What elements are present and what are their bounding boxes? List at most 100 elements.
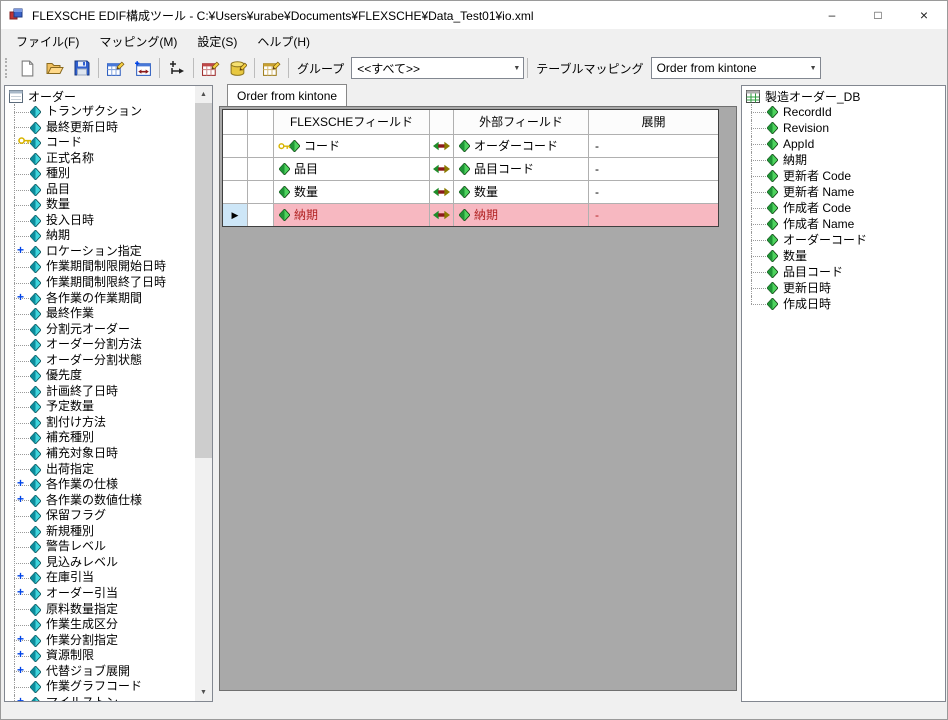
- external-field-cell[interactable]: 納期: [454, 204, 589, 226]
- mapping-row[interactable]: ▶ 納期: [223, 204, 718, 226]
- tree-item[interactable]: 警告レベル: [5, 539, 195, 555]
- tree-item[interactable]: 割付け方法: [5, 415, 195, 431]
- tree-item[interactable]: + 各作業の数値仕様: [5, 493, 195, 509]
- tree-item[interactable]: 更新日時: [742, 280, 945, 296]
- tree-item[interactable]: 数量: [742, 248, 945, 264]
- expand-cell[interactable]: -: [589, 158, 718, 180]
- mapping-row[interactable]: コード: [223, 135, 718, 158]
- mapping-row[interactable]: 品目: [223, 158, 718, 181]
- menu-item[interactable]: 設定(S): [187, 29, 247, 53]
- menu-item[interactable]: マッピング(M): [89, 29, 187, 53]
- tree-item[interactable]: 分割元オーダー: [5, 322, 195, 338]
- mapping-row[interactable]: 数量: [223, 181, 718, 204]
- scrollbar-thumb[interactable]: [195, 103, 212, 458]
- tree-item[interactable]: 作成者 Name: [742, 216, 945, 232]
- tree-item[interactable]: + 作業分割指定: [5, 633, 195, 649]
- tree-item[interactable]: 作業生成区分: [5, 617, 195, 633]
- flexsche-field-cell[interactable]: 納期: [274, 204, 430, 226]
- tree-item[interactable]: オーダー分割方法: [5, 337, 195, 353]
- tree-item[interactable]: + オーダー引当: [5, 586, 195, 602]
- tree-item[interactable]: + 各作業の作業期間: [5, 291, 195, 307]
- tree-item[interactable]: RecordId: [742, 104, 945, 120]
- tree-item[interactable]: 投入日時: [5, 213, 195, 229]
- edit-table-mapping-blue-button[interactable]: [102, 55, 129, 82]
- field-icon: [767, 218, 778, 230]
- maximize-button[interactable]: □: [855, 1, 901, 29]
- tree-item[interactable]: 最終作業: [5, 306, 195, 322]
- tree-item[interactable]: 補充種別: [5, 430, 195, 446]
- tree-item[interactable]: トランザクション: [5, 104, 195, 120]
- external-field-cell[interactable]: 数量: [454, 181, 589, 203]
- scroll-down-icon[interactable]: ▼: [195, 684, 212, 701]
- tree-root-database[interactable]: 製造オーダー_DB: [742, 88, 945, 104]
- tree-item[interactable]: 作業期間制限開始日時: [5, 259, 195, 275]
- tree-item[interactable]: + ロケーション指定: [5, 244, 195, 260]
- tree-item[interactable]: 品目: [5, 182, 195, 198]
- add-field-mapping-button[interactable]: [163, 55, 190, 82]
- tree-item[interactable]: + 資源制限: [5, 648, 195, 664]
- tree-item[interactable]: 見込みレベル: [5, 555, 195, 571]
- row-selector-cell[interactable]: [223, 181, 248, 203]
- tree-item[interactable]: 納期: [742, 152, 945, 168]
- tree-item[interactable]: 優先度: [5, 368, 195, 384]
- tree-item[interactable]: 種別: [5, 166, 195, 182]
- row-selector-cell[interactable]: [223, 135, 248, 157]
- tree-item[interactable]: + 代替ジョブ展開: [5, 664, 195, 680]
- tree-item[interactable]: 品目コード: [742, 264, 945, 280]
- save-button[interactable]: [68, 55, 95, 82]
- menu-item[interactable]: ヘルプ(H): [247, 29, 320, 53]
- tree-item[interactable]: 補充対象日時: [5, 446, 195, 462]
- tree-item[interactable]: 最終更新日時: [5, 120, 195, 136]
- external-field-cell[interactable]: オーダーコード: [454, 135, 589, 157]
- edit-table-mapping-yellow-button[interactable]: [258, 55, 285, 82]
- menu-item[interactable]: ファイル(F): [6, 29, 89, 53]
- tree-connector: [14, 228, 31, 244]
- expand-cell[interactable]: -: [589, 181, 718, 203]
- new-file-button[interactable]: [14, 55, 41, 82]
- open-file-button[interactable]: [41, 55, 68, 82]
- tree-item[interactable]: オーダー分割状態: [5, 353, 195, 369]
- table-mapping-combobox[interactable]: Order from kintone ▼: [651, 57, 821, 79]
- tree-item[interactable]: 作成日時: [742, 296, 945, 312]
- tree-item[interactable]: 予定数量: [5, 399, 195, 415]
- tree-item[interactable]: 正式名称: [5, 151, 195, 167]
- close-button[interactable]: ×: [901, 1, 947, 29]
- tree-item[interactable]: 計画終了日時: [5, 384, 195, 400]
- edit-database-button[interactable]: [224, 55, 251, 82]
- tree-item[interactable]: 原料数量指定: [5, 602, 195, 618]
- new-table-mapping-arrow-button[interactable]: [129, 55, 156, 82]
- tree-item[interactable]: Revision: [742, 120, 945, 136]
- tree-item[interactable]: 更新者 Code: [742, 168, 945, 184]
- row-selector-cell[interactable]: [223, 158, 248, 180]
- expand-cell[interactable]: -: [589, 135, 718, 157]
- flexsche-field-cell[interactable]: 数量: [274, 181, 430, 203]
- minimize-button[interactable]: –: [809, 1, 855, 29]
- group-combobox[interactable]: <<すべて>> ▼: [351, 57, 524, 79]
- tree-item[interactable]: 作業グラフコード: [5, 679, 195, 695]
- tree-root-order[interactable]: オーダー: [5, 88, 195, 104]
- tree-item[interactable]: コード: [5, 135, 195, 151]
- tree-item[interactable]: 納期: [5, 228, 195, 244]
- tree-item[interactable]: + 在庫引当: [5, 570, 195, 586]
- tree-item[interactable]: 新規種別: [5, 524, 195, 540]
- tree-item[interactable]: 数量: [5, 197, 195, 213]
- tree-item[interactable]: 作業期間制限終了日時: [5, 275, 195, 291]
- tree-item[interactable]: + 各作業の仕様: [5, 477, 195, 493]
- chevron-down-icon: ▼: [513, 65, 520, 72]
- tree-item[interactable]: 作成者 Code: [742, 200, 945, 216]
- tree-item[interactable]: 出荷指定: [5, 462, 195, 478]
- flexsche-field-cell[interactable]: コード: [274, 135, 430, 157]
- left-tree-scrollbar[interactable]: ▲ ▼: [195, 86, 212, 701]
- flexsche-field-cell[interactable]: 品目: [274, 158, 430, 180]
- tree-item[interactable]: 更新者 Name: [742, 184, 945, 200]
- tab-order-from-kintone[interactable]: Order from kintone: [227, 84, 347, 106]
- expand-cell[interactable]: -: [589, 204, 718, 226]
- tree-item[interactable]: + マイルストン: [5, 695, 195, 701]
- external-field-cell[interactable]: 品目コード: [454, 158, 589, 180]
- edit-record-mapping-red-button[interactable]: [197, 55, 224, 82]
- row-selector-cell[interactable]: ▶: [223, 204, 248, 226]
- tree-item[interactable]: 保留フラグ: [5, 508, 195, 524]
- tree-item[interactable]: オーダーコード: [742, 232, 945, 248]
- scroll-up-icon[interactable]: ▲: [195, 86, 212, 103]
- tree-item[interactable]: AppId: [742, 136, 945, 152]
